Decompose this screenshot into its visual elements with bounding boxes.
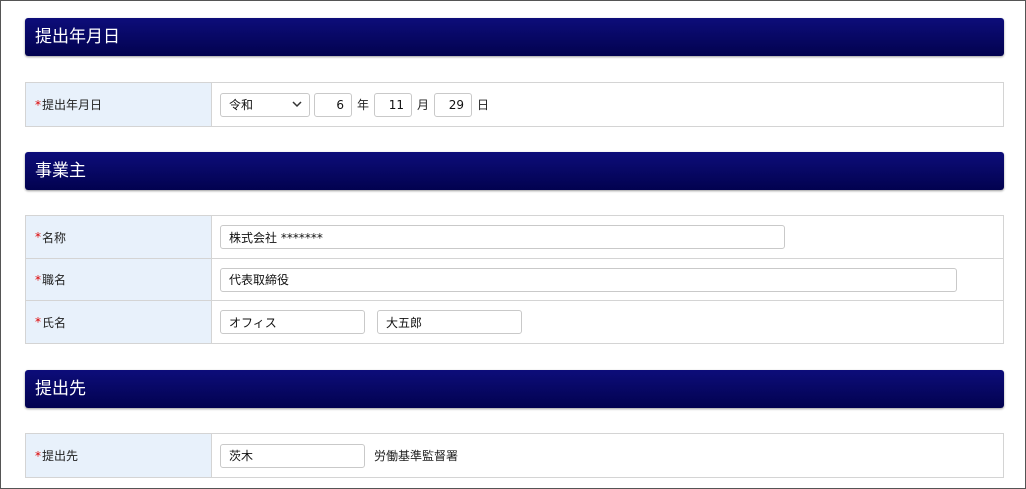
company-name-value: 株式会社 ******* [229,230,323,245]
day-unit: 日 [477,98,490,112]
employer-person-row: * 氏名 オフィス 大五郎 [26,300,1003,343]
person-value-cell: オフィス 大五郎 [212,301,1003,343]
position-value-cell: 代表取締役 [212,259,1003,300]
day-input[interactable]: 29 [434,92,473,117]
destination-row: * 提出先 茨木 労働基準監督署 [26,434,1003,477]
required-mark: * [35,230,41,244]
date-value-cell: 令和 6 年 11 月 29 日 [212,83,1003,126]
destination-label: 提出先 [42,449,79,463]
section-header-employer: 事業主 [25,152,1004,190]
date-label: 提出年月日 [42,98,103,112]
employer-table: * 名称 株式会社 ******* * 職名 代表取締役 * 氏名 オフィス 大… [25,215,1004,344]
employer-position-row: * 職名 代表取締役 [26,258,1003,300]
required-mark: * [35,97,41,112]
position-input[interactable]: 代表取締役 [220,267,957,292]
section-header-date: 提出年月日 [25,18,1004,56]
last-name-input[interactable]: オフィス [220,310,365,334]
position-label-cell: * 職名 [26,259,212,300]
month-unit: 月 [417,98,430,112]
month-input[interactable]: 11 [374,92,413,117]
destination-value: 茨木 [229,449,254,463]
name-label-cell: * 名称 [26,216,212,258]
day-value: 29 [448,97,465,112]
last-name-value: オフィス [229,315,277,330]
required-mark: * [35,315,41,329]
destination-suffix: 労働基準監督署 [374,449,459,463]
year-unit: 年 [357,98,370,112]
era-value: 令和 [229,98,254,112]
first-name-value: 大五郎 [386,315,423,330]
position-value: 代表取締役 [229,273,290,287]
year-input[interactable]: 6 [314,92,352,117]
month-value: 11 [388,97,405,112]
date-row: * 提出年月日 令和 6 年 11 月 29 日 [26,83,1003,126]
required-mark: * [35,272,41,287]
year-value: 6 [336,97,344,112]
company-name-input[interactable]: 株式会社 ******* [220,225,785,249]
destination-label-cell: * 提出先 [26,434,212,477]
date-label-cell: * 提出年月日 [26,83,212,126]
destination-value-cell: 茨木 労働基準監督署 [212,434,1003,477]
person-label: 氏名 [42,315,67,330]
destination-table: * 提出先 茨木 労働基準監督署 [25,433,1004,478]
section-header-destination: 提出先 [25,370,1004,408]
position-label: 職名 [42,273,67,287]
required-mark: * [35,448,41,463]
era-select[interactable]: 令和 [220,92,310,117]
name-label: 名称 [42,230,67,245]
person-label-cell: * 氏名 [26,301,212,343]
date-table: * 提出年月日 令和 6 年 11 月 29 日 [25,82,1004,127]
form-frame: 提出年月日 * 提出年月日 令和 6 年 11 月 29 日 事業主 * 名称 … [0,0,1026,489]
destination-input[interactable]: 茨木 [220,443,365,468]
name-value-cell: 株式会社 ******* [212,216,1003,258]
first-name-input[interactable]: 大五郎 [377,310,522,334]
chevron-down-icon [291,99,303,111]
employer-name-row: * 名称 株式会社 ******* [26,216,1003,258]
